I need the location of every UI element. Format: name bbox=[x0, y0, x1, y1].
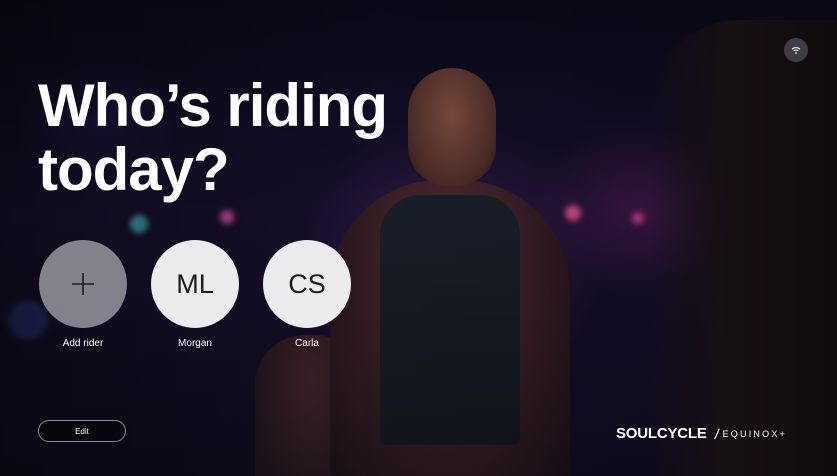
rider-select-screen: Who’s riding today? Add rider ML Morgan … bbox=[0, 0, 837, 476]
avatar[interactable]: ML bbox=[151, 240, 239, 328]
profile-morgan[interactable]: ML Morgan bbox=[150, 240, 240, 349]
add-rider-button[interactable]: Add rider bbox=[38, 240, 128, 349]
page-title-line: Who’s riding bbox=[38, 72, 388, 139]
profile-label: Morgan bbox=[178, 338, 212, 349]
brand-secondary: EQUINOX+ bbox=[722, 428, 787, 439]
profile-label: Add rider bbox=[62, 338, 104, 349]
wifi-icon-glyph bbox=[791, 46, 801, 54]
brand-slash: / bbox=[713, 425, 721, 442]
brand-logo: SOULCYCLE / EQUINOX+ bbox=[616, 425, 787, 442]
page-title-line: today? bbox=[38, 136, 230, 203]
profile-list: Add rider ML Morgan CS Carla bbox=[38, 240, 352, 349]
profile-carla[interactable]: CS Carla bbox=[262, 240, 352, 349]
plus-icon[interactable] bbox=[39, 240, 127, 328]
edit-button[interactable]: Edit bbox=[38, 420, 126, 442]
brand-primary: SOULCYCLE bbox=[616, 425, 707, 442]
profile-label: Carla bbox=[295, 338, 319, 349]
wifi-icon bbox=[784, 38, 808, 62]
avatar[interactable]: CS bbox=[263, 240, 351, 328]
plus-icon-glyph bbox=[72, 273, 94, 295]
page-title: Who’s riding today? bbox=[38, 74, 478, 202]
